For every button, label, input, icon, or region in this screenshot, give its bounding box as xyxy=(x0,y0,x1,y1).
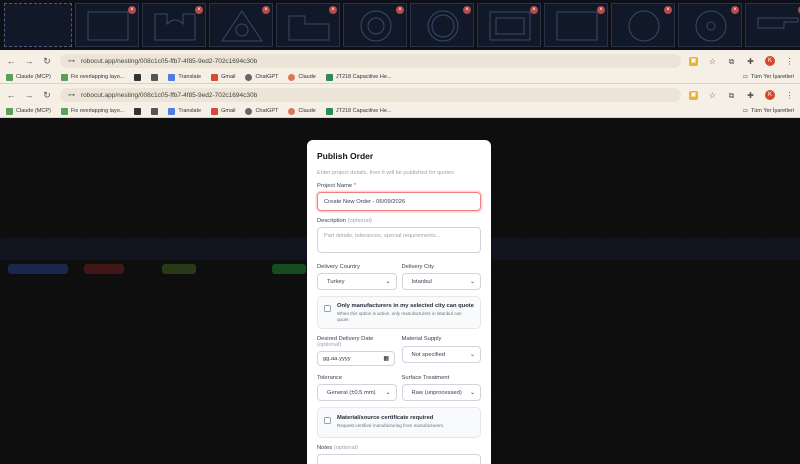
material-supply-label: Material Supply xyxy=(401,336,442,343)
back-icon[interactable]: ← xyxy=(6,56,16,66)
project-name-input[interactable]: Create New Order - 06/09/2026 xyxy=(317,192,481,211)
chevron-down-icon: ⌄ xyxy=(385,390,391,397)
bookmark-item[interactable]: JT218 Capacitive He... xyxy=(325,107,391,115)
surface-treatment-label: Surface Treatment xyxy=(401,375,450,382)
cast-icon[interactable]: ▣ xyxy=(689,90,698,100)
bookmark-item[interactable] xyxy=(151,73,159,81)
chevron-down-icon: ⌄ xyxy=(469,390,475,397)
star-icon[interactable]: ☆ xyxy=(708,57,717,66)
forward-icon[interactable]: → xyxy=(24,90,34,100)
url-text: robocut.app/nesting/008c1c05-ffb7-4f85-9… xyxy=(81,91,258,99)
certificate-description: Request certified manufacturing from man… xyxy=(337,423,445,429)
part-card[interactable]: × xyxy=(142,3,206,47)
city-only-option[interactable]: Only manufacturers in my selected city c… xyxy=(317,296,481,330)
bookmarks-bar: Claude (MCP) Fix overlapping layo... Tra… xyxy=(0,70,800,84)
certificate-option[interactable]: Material/source certificate required Req… xyxy=(317,407,481,438)
part-card[interactable]: × xyxy=(477,3,541,47)
bookmarks-bar: Claude (MCP) Fix overlapping layo... Tra… xyxy=(0,104,800,118)
forward-icon[interactable]: → xyxy=(24,56,34,66)
bookmark-item[interactable]: Gmail xyxy=(211,73,235,81)
bookmark-item[interactable] xyxy=(134,107,142,115)
chevron-down-icon: ⌄ xyxy=(385,279,391,285)
part-slot-empty[interactable] xyxy=(4,3,72,47)
puzzle-icon[interactable]: ✚ xyxy=(746,91,755,100)
tolerance-select[interactable]: General (±0.5 mm) ⌄ xyxy=(317,384,397,402)
profile-avatar[interactable]: K xyxy=(765,56,775,66)
calendar-icon[interactable]: ▦ xyxy=(383,355,389,362)
tolerance-label: Tolerance xyxy=(317,375,343,382)
back-icon[interactable]: ← xyxy=(6,90,16,100)
notes-textarea[interactable] xyxy=(317,453,481,464)
bookmark-item[interactable]: Gmail xyxy=(211,107,235,115)
puzzle-icon[interactable]: ✚ xyxy=(746,57,755,66)
part-card[interactable]: × xyxy=(544,3,608,47)
bookmark-item[interactable]: Fix overlapping layo... xyxy=(60,107,124,115)
browser-chrome: ← → ↻ ⊶ robocut.app/nesting/008c1c05-ffb7… xyxy=(0,50,800,84)
part-card[interactable]: × xyxy=(611,3,675,47)
notes-label: Notes (optional) xyxy=(317,444,358,451)
site-info-icon[interactable]: ⊶ xyxy=(68,57,75,65)
part-card[interactable]: × xyxy=(343,3,407,47)
bookmark-item[interactable]: Claude (MCP) xyxy=(6,73,51,81)
star-icon[interactable]: ☆ xyxy=(708,91,717,100)
part-card[interactable]: × xyxy=(678,3,742,47)
nesting-parts-strip: × × × × × × × × × × × xyxy=(0,0,800,50)
bookmark-item[interactable]: Fix overlapping layo... xyxy=(60,73,124,81)
part-card[interactable]: × xyxy=(276,3,340,47)
reload-icon[interactable]: ↻ xyxy=(42,56,52,67)
project-name-label: Project Name * xyxy=(317,183,357,189)
bookmark-item[interactable]: Claude (MCP) xyxy=(6,107,51,115)
bookmark-item[interactable]: Translate xyxy=(168,107,201,115)
chevron-down-icon: ⌄ xyxy=(469,279,475,285)
certificate-checkbox[interactable] xyxy=(324,417,331,425)
profile-avatar[interactable]: K xyxy=(765,90,775,100)
surface-treatment-select[interactable]: Raw (unprocessed) ⌄ xyxy=(401,384,481,402)
bookmark-item[interactable]: Translate xyxy=(168,73,201,81)
cast-icon[interactable]: ▣ xyxy=(689,56,698,66)
bookmark-item[interactable] xyxy=(151,107,159,115)
folder-icon: ▭ xyxy=(742,108,748,114)
delivery-date-input[interactable]: gg.aa.yyyy ▦ xyxy=(317,351,395,367)
description-label: Description (optional) xyxy=(317,218,372,224)
modal-subtitle: Enter project details, then it will be p… xyxy=(317,170,456,176)
desired-delivery-label: Desired Delivery Date (optional) xyxy=(317,336,374,349)
menu-icon[interactable]: ⋮ xyxy=(785,57,794,66)
bookmark-item[interactable]: Claude xyxy=(288,107,316,115)
folder-icon: ▭ xyxy=(742,74,748,80)
material-supply-select[interactable]: Not specified ⌄ xyxy=(401,346,481,364)
city-only-checkbox[interactable] xyxy=(324,305,331,312)
site-info-icon[interactable]: ⊶ xyxy=(68,91,75,99)
delivery-country-select[interactable]: Turkey ⌄ xyxy=(317,273,397,290)
bookmark-item[interactable]: Claude xyxy=(288,73,316,81)
address-bar[interactable]: ⊶ robocut.app/nesting/008c1c05-ffb7-4f85-… xyxy=(60,54,681,68)
certificate-title: Material/source certificate required xyxy=(337,415,434,422)
url-text: robocut.app/nesting/008c1c05-ffb7-4f85-9… xyxy=(81,57,258,65)
browser-chrome: ← → ↻ ⊶ robocut.app/nesting/008c1c05-ffb7… xyxy=(0,84,800,118)
address-bar[interactable]: ⊶ robocut.app/nesting/008c1c05-ffb7-4f85-… xyxy=(60,88,681,102)
extensions-icon[interactable]: ⧉ xyxy=(727,57,736,66)
part-card[interactable]: × xyxy=(209,3,273,47)
all-bookmarks[interactable]: ▭ Tüm Yer İşaretleri xyxy=(743,108,794,114)
delivery-city-label: Delivery City xyxy=(401,264,435,270)
delivery-city-select[interactable]: Istanbul ⌄ xyxy=(401,273,481,290)
bookmark-item[interactable]: JT218 Capacitive He... xyxy=(325,73,391,81)
publish-order-modal: Publish Order Enter project details, the… xyxy=(307,140,491,464)
chevron-down-icon: ⌄ xyxy=(469,352,475,359)
city-only-title: Only manufacturers in my selected city c… xyxy=(337,303,474,309)
city-only-description: When this option is active, only manufac… xyxy=(337,311,462,323)
extensions-icon[interactable]: ⧉ xyxy=(727,91,736,100)
all-bookmarks[interactable]: ▭ Tüm Yer İşaretleri xyxy=(743,74,794,80)
part-card[interactable]: × xyxy=(75,3,139,47)
part-card[interactable]: × xyxy=(410,3,474,47)
reload-icon[interactable]: ↻ xyxy=(42,90,52,101)
bookmark-item[interactable] xyxy=(134,73,142,81)
modal-title: Publish Order xyxy=(317,151,374,161)
bookmark-item[interactable]: ChatGPT xyxy=(245,73,278,81)
part-card[interactable]: × xyxy=(745,3,800,47)
description-textarea[interactable]: Part details, tolerances, special requir… xyxy=(317,227,481,253)
delivery-country-label: Delivery Country xyxy=(317,264,360,270)
menu-icon[interactable]: ⋮ xyxy=(785,91,794,100)
bookmark-item[interactable]: ChatGPT xyxy=(245,107,278,115)
